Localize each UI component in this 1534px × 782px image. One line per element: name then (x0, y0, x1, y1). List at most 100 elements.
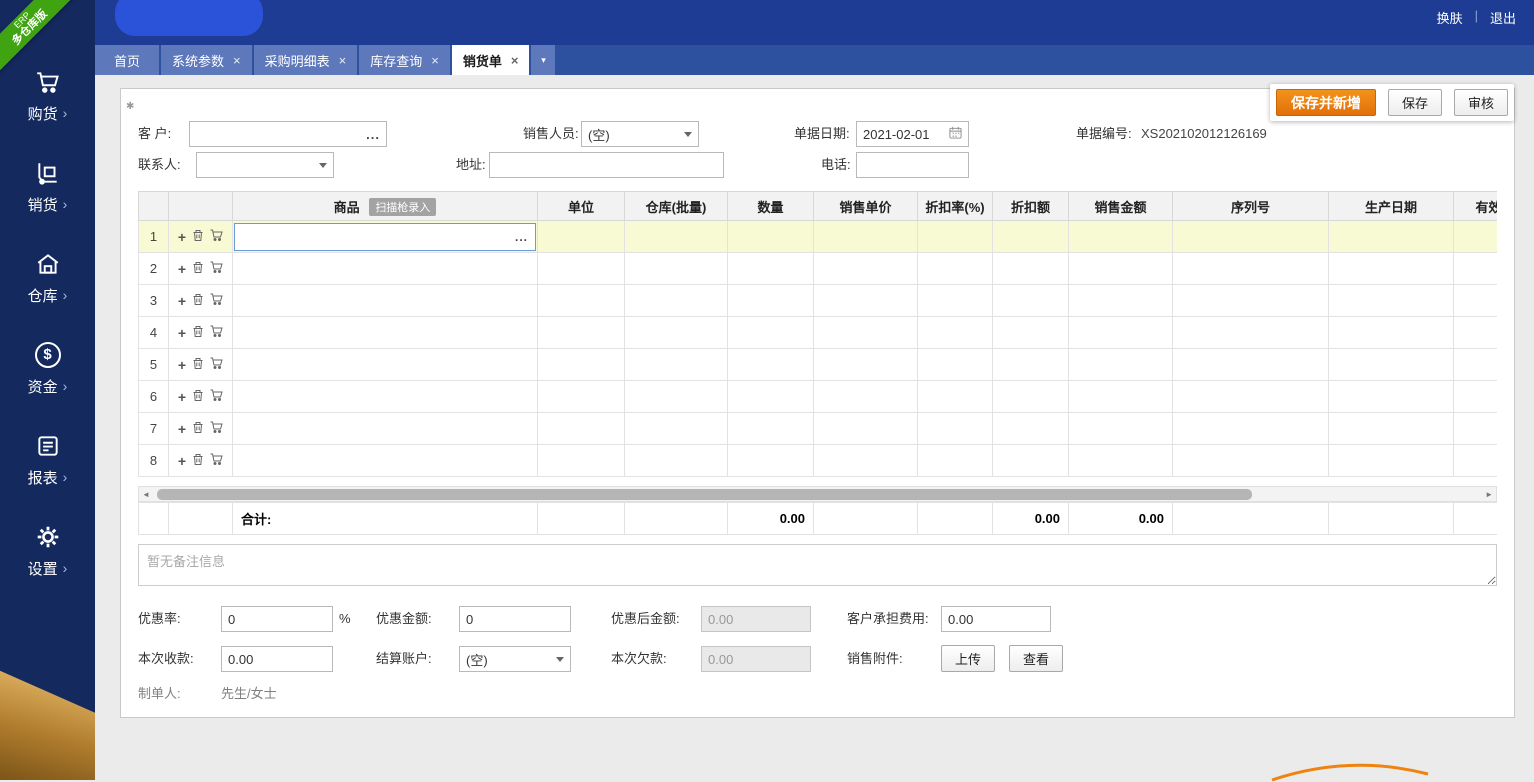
cart-row-icon[interactable] (210, 293, 223, 308)
unit-cell[interactable] (538, 381, 625, 413)
tab-system-params[interactable]: 系统参数× (161, 45, 252, 75)
contact-select[interactable] (196, 152, 334, 178)
price-cell[interactable] (814, 285, 918, 317)
add-row-icon[interactable]: + (178, 391, 186, 403)
price-cell[interactable] (814, 349, 918, 381)
expiry-cell[interactable] (1454, 381, 1498, 413)
close-icon[interactable]: × (431, 53, 439, 68)
qty-cell[interactable] (728, 445, 814, 477)
tab-purchase-detail[interactable]: 采购明细表× (254, 45, 358, 75)
prod-date-cell[interactable] (1329, 253, 1454, 285)
prod-date-cell[interactable] (1329, 221, 1454, 253)
unit-cell[interactable] (538, 349, 625, 381)
unit-cell[interactable] (538, 285, 625, 317)
delete-row-icon[interactable] (192, 261, 204, 277)
warehouse-cell[interactable] (625, 381, 728, 413)
account-select[interactable]: (空) (459, 646, 571, 672)
warehouse-cell[interactable] (625, 413, 728, 445)
serial-cell[interactable] (1173, 413, 1329, 445)
view-button[interactable]: 查看 (1009, 645, 1063, 672)
sidebar-item-purchase[interactable]: 购货› (0, 50, 95, 141)
discount-amount-cell[interactable] (993, 413, 1069, 445)
discount-amount-cell[interactable] (993, 445, 1069, 477)
prod-date-cell[interactable] (1329, 413, 1454, 445)
prod-date-cell[interactable] (1329, 381, 1454, 413)
tab-list-dropdown[interactable]: ▾ (531, 45, 555, 75)
sidebar-item-settings[interactable]: 设置› (0, 505, 95, 596)
discount-rate-cell[interactable] (918, 381, 993, 413)
expiry-cell[interactable] (1454, 349, 1498, 381)
date-field[interactable] (856, 121, 969, 147)
price-cell[interactable] (814, 221, 918, 253)
delete-row-icon[interactable] (192, 293, 204, 309)
serial-cell[interactable] (1173, 221, 1329, 253)
amount-cell[interactable] (1069, 317, 1173, 349)
price-cell[interactable] (814, 381, 918, 413)
unit-cell[interactable] (538, 413, 625, 445)
amount-cell[interactable] (1069, 445, 1173, 477)
qty-cell[interactable] (728, 413, 814, 445)
expiry-cell[interactable] (1454, 445, 1498, 477)
serial-cell[interactable] (1173, 445, 1329, 477)
delete-row-icon[interactable] (192, 229, 204, 245)
product-cell[interactable] (233, 381, 538, 413)
delete-row-icon[interactable] (192, 325, 204, 341)
change-skin-link[interactable]: 换肤 (1437, 8, 1463, 27)
amount-cell[interactable] (1069, 221, 1173, 253)
amount-cell[interactable] (1069, 349, 1173, 381)
prod-date-cell[interactable] (1329, 445, 1454, 477)
discount-amount-cell[interactable] (993, 253, 1069, 285)
tab-stock-query[interactable]: 库存查询× (359, 45, 450, 75)
warehouse-cell[interactable] (625, 285, 728, 317)
close-icon[interactable]: × (233, 53, 241, 68)
qty-cell[interactable] (728, 285, 814, 317)
qty-cell[interactable] (728, 317, 814, 349)
remarks-textarea[interactable] (138, 544, 1497, 586)
phone-field[interactable] (856, 152, 969, 178)
discount-rate-cell[interactable] (918, 349, 993, 381)
close-icon[interactable]: × (511, 53, 519, 68)
discount-rate-cell[interactable] (918, 445, 993, 477)
add-row-icon[interactable]: + (178, 423, 186, 435)
delete-row-icon[interactable] (192, 421, 204, 437)
warehouse-cell[interactable] (625, 221, 728, 253)
customer-lookup-button[interactable]: ... (362, 127, 380, 142)
unit-cell[interactable] (538, 221, 625, 253)
customer-input[interactable] (196, 127, 362, 142)
warehouse-cell[interactable] (625, 445, 728, 477)
customer-fee-field[interactable] (941, 606, 1051, 632)
price-cell[interactable] (814, 317, 918, 349)
prod-date-cell[interactable] (1329, 349, 1454, 381)
delete-row-icon[interactable] (192, 453, 204, 469)
expiry-cell[interactable] (1454, 221, 1498, 253)
discount-amount-cell[interactable] (993, 221, 1069, 253)
discount-amount-cell[interactable] (993, 349, 1069, 381)
upload-button[interactable]: 上传 (941, 645, 995, 672)
cart-row-icon[interactable] (210, 389, 223, 404)
cart-row-icon[interactable] (210, 421, 223, 436)
product-cell[interactable] (233, 253, 538, 285)
address-field[interactable] (489, 152, 724, 178)
scroll-left-icon[interactable]: ◄ (142, 488, 150, 501)
serial-cell[interactable] (1173, 349, 1329, 381)
cart-row-icon[interactable] (210, 261, 223, 276)
customer-field[interactable]: ... (189, 121, 387, 147)
product-cell[interactable] (233, 413, 538, 445)
horizontal-scrollbar[interactable]: ◄ ► (138, 486, 1497, 502)
add-row-icon[interactable]: + (178, 359, 186, 371)
serial-cell[interactable] (1173, 253, 1329, 285)
qty-cell[interactable] (728, 381, 814, 413)
discount-amount-cell[interactable] (993, 317, 1069, 349)
scroll-right-icon[interactable]: ► (1485, 488, 1493, 501)
sidebar-item-reports[interactable]: 报表› (0, 414, 95, 505)
expiry-cell[interactable] (1454, 413, 1498, 445)
warehouse-cell[interactable] (625, 253, 728, 285)
unit-cell[interactable] (538, 445, 625, 477)
discount-rate-cell[interactable] (918, 253, 993, 285)
expiry-cell[interactable] (1454, 253, 1498, 285)
amount-cell[interactable] (1069, 285, 1173, 317)
product-cell[interactable] (233, 445, 538, 477)
serial-cell[interactable] (1173, 381, 1329, 413)
add-row-icon[interactable]: + (178, 455, 186, 467)
serial-cell[interactable] (1173, 317, 1329, 349)
